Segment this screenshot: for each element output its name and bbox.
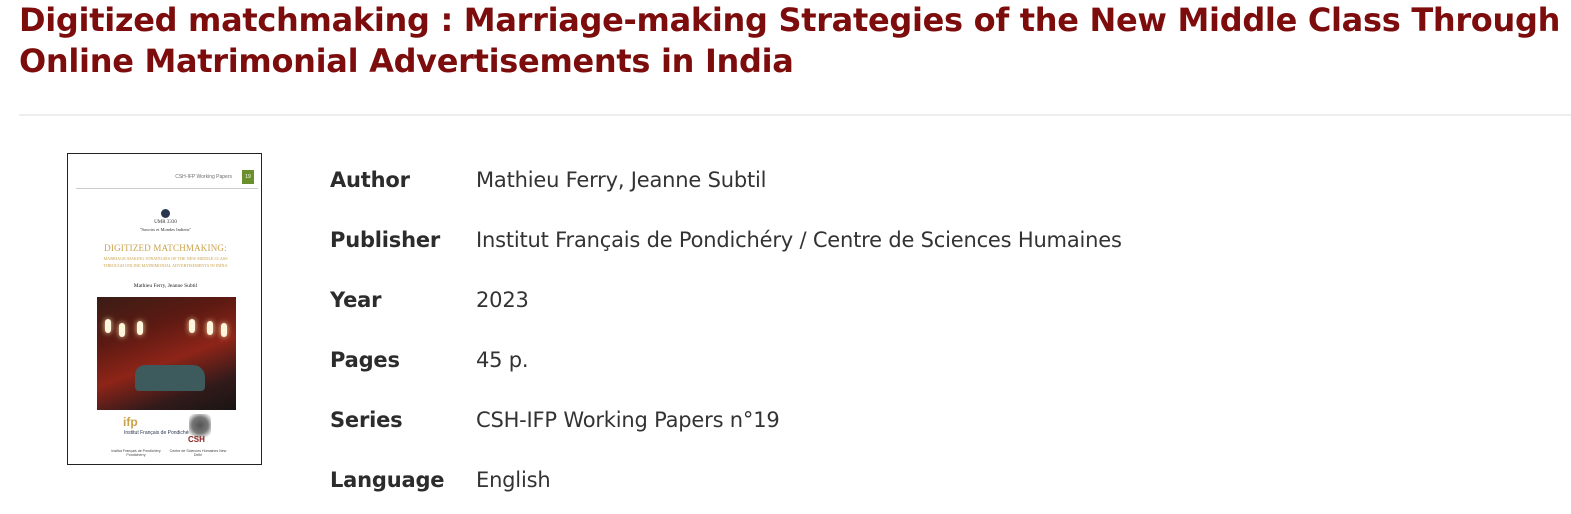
cover-series-text: CSH-IFP Working Papers xyxy=(175,174,232,180)
cover-fine-left: Institut Français de Pondichéry Pondiche… xyxy=(111,449,161,457)
cover-title: DIGITIZED MATCHMAKING: xyxy=(104,243,227,253)
metadata-label: Publisher xyxy=(330,228,441,252)
metadata-label: Series xyxy=(330,408,403,432)
title-divider xyxy=(19,114,1571,116)
metadata-label: Pages xyxy=(330,348,400,372)
cover-umr-subtitle: "Savoirs et Mondes Indiens" xyxy=(139,227,192,232)
page-title: Digitized matchmaking : Marriage-making … xyxy=(19,1,1561,80)
cover-seal-icon xyxy=(161,209,170,218)
ifp-logo-subtitle: Institut Français de Pondichéry xyxy=(124,430,193,436)
csh-logo: CSH xyxy=(188,435,205,444)
cover-series-number: 19 xyxy=(242,170,254,184)
metadata-value: English xyxy=(476,468,551,492)
metadata-value: Institut Français de Pondichéry / Centre… xyxy=(476,228,1122,252)
cover-umr: UMR 3330 xyxy=(154,220,177,225)
book-cover-image[interactable]: CSH-IFP Working Papers 19 UMR 3330 "Savo… xyxy=(67,153,262,465)
ifp-logo: ifp xyxy=(123,415,138,429)
metadata-value: 45 p. xyxy=(476,348,529,372)
cover-fine-right: Centre de Sciences Humaines New Delhi xyxy=(169,449,227,457)
metadata-value: 2023 xyxy=(476,288,529,312)
cover-series-band: CSH-IFP Working Papers 19 xyxy=(76,168,258,189)
metadata-value: Mathieu Ferry, Jeanne Subtil xyxy=(476,168,767,192)
metadata-label: Author xyxy=(330,168,410,192)
metadata-label: Language xyxy=(330,468,445,492)
cover-photo xyxy=(97,297,236,410)
metadata-value: CSH-IFP Working Papers n°19 xyxy=(476,408,780,432)
metadata-label: Year xyxy=(330,288,382,312)
cover-subtitle-line2: THROUGH ONLINE MATRIMONIAL ADVERTISEMENT… xyxy=(103,263,228,268)
cover-subtitle-line1: MARRIAGE-MAKING STRATEGIES OF THE NEW MI… xyxy=(103,256,228,261)
cover-authors: Mathieu Ferry, Jeanne Subtil xyxy=(133,283,198,289)
